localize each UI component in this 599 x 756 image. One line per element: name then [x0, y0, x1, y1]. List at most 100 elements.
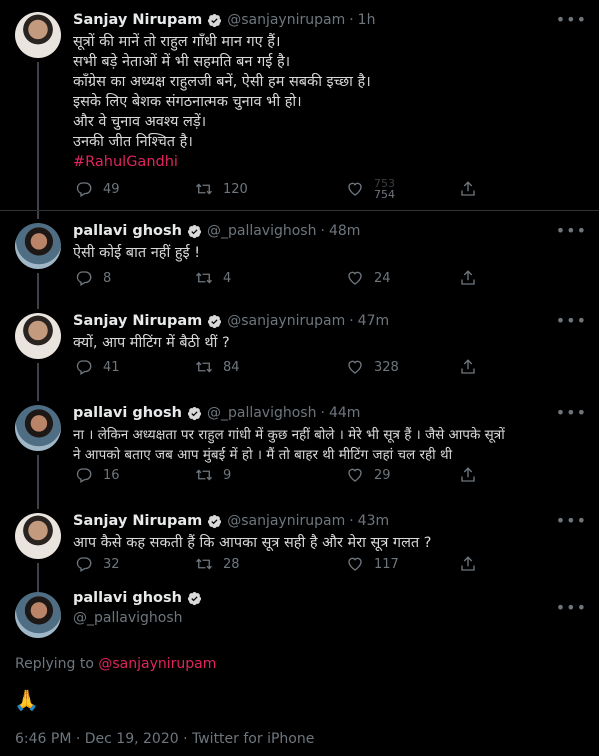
tweet-text: आप कैसे कह सकती हैं कि आपका सूत्र सही है…: [73, 533, 587, 553]
separator-dot: ·: [349, 313, 354, 329]
author-handle[interactable]: @_pallavighosh: [207, 223, 317, 239]
tweet-text: सूत्रों की मानें तो राहुल गाँधी मान गए ह…: [73, 32, 587, 172]
author-name[interactable]: Sanjay Nirupam: [73, 513, 202, 529]
timestamp[interactable]: 1h: [358, 12, 376, 28]
tweet-line: और वे चुनाव अवश्य लड़ें।: [73, 114, 207, 130]
author-name[interactable]: pallavi ghosh: [73, 590, 182, 606]
reply-button[interactable]: 49: [75, 180, 137, 198]
avatar[interactable]: [15, 513, 61, 559]
timestamp[interactable]: 43m: [358, 513, 389, 529]
like-button[interactable]: 753 754: [346, 178, 436, 200]
reply-button[interactable]: 41: [75, 358, 137, 376]
separator-dot: ·: [320, 223, 325, 239]
like-count: 753 754: [374, 178, 395, 200]
thread-line: [37, 501, 39, 509]
retweet-button[interactable]: 4: [195, 269, 315, 287]
reply-icon: [76, 182, 92, 197]
share-icon: [461, 181, 475, 196]
hashtag-link[interactable]: #RahulGandhi: [73, 152, 587, 172]
like-button[interactable]: 328: [346, 358, 436, 376]
replying-mention[interactable]: @sanjaynirupam: [98, 656, 216, 672]
more-icon[interactable]: •••: [556, 221, 587, 240]
timestamp[interactable]: 47m: [358, 313, 389, 329]
replying-prefix: Replying to: [15, 656, 94, 672]
share-button[interactable]: [459, 466, 487, 484]
timestamp[interactable]: 44m: [329, 405, 360, 421]
author-handle[interactable]: @sanjaynirupam: [227, 12, 345, 28]
share-button[interactable]: [459, 358, 487, 376]
share-icon: [461, 270, 475, 285]
tweet-line: सभी बड़े नेताओं में भी सहमति बन गई है।: [73, 54, 291, 70]
share-button[interactable]: [459, 555, 487, 573]
reply-count: 41: [103, 359, 120, 375]
verified-badge-icon: [208, 314, 222, 328]
more-icon[interactable]: •••: [556, 10, 587, 29]
author-name[interactable]: Sanjay Nirupam: [73, 313, 202, 329]
tweet-line: कॉंग्रेस का अध्यक्ष राहुलजी बनें, ऐसी हम…: [73, 74, 371, 90]
verified-badge-icon: [208, 13, 222, 27]
more-icon[interactable]: •••: [556, 511, 587, 530]
tweet-text: ना । लेकिन अध्यक्षता पर राहुल गांधी में …: [73, 425, 587, 465]
share-icon: [461, 359, 475, 374]
reply-count: 8: [103, 270, 112, 286]
avatar[interactable]: [15, 223, 61, 269]
reply-count: 16: [103, 467, 120, 483]
share-button[interactable]: [459, 269, 487, 287]
author-handle[interactable]: @sanjaynirupam: [227, 313, 345, 329]
more-icon[interactable]: •••: [556, 311, 587, 330]
tweet-line: ऐसी कोई बात नहीं हुई !: [73, 245, 201, 261]
author-handle[interactable]: @sanjaynirupam: [227, 513, 345, 529]
avatar[interactable]: [15, 313, 61, 359]
avatar[interactable]: [15, 405, 61, 451]
retweet-button[interactable]: 28: [195, 555, 315, 573]
heart-icon: [348, 557, 362, 571]
retweet-icon: [196, 361, 212, 373]
tweet-line: क्यों, आप मीटिंग में बैठी थीं ?: [73, 335, 230, 351]
tweet-5[interactable]: Sanjay Nirupam @sanjaynirupam · 43m ••• …: [0, 501, 599, 589]
avatar[interactable]: [15, 592, 61, 638]
author-name[interactable]: Sanjay Nirupam: [73, 12, 202, 28]
share-icon: [461, 467, 475, 482]
heart-icon: [348, 468, 362, 482]
author-handle[interactable]: @_pallavighosh: [207, 405, 317, 421]
retweet-button[interactable]: 120: [195, 180, 315, 198]
tweet-3[interactable]: Sanjay Nirupam @sanjaynirupam · 47m ••• …: [0, 301, 599, 393]
timestamp[interactable]: 48m: [329, 223, 360, 239]
like-button[interactable]: 29: [346, 466, 436, 484]
tweet-2[interactable]: pallavi ghosh @_pallavighosh · 48m ••• ऐ…: [0, 211, 599, 301]
tweet-text: क्यों, आप मीटिंग में बैठी थीं ?: [73, 333, 587, 353]
tweet-4[interactable]: pallavi ghosh @_pallavighosh · 44m ••• न…: [0, 393, 599, 501]
like-count: 117: [374, 556, 399, 572]
thread-line: [37, 563, 39, 589]
tweet-metadata[interactable]: 6:46 PM · Dec 19, 2020 · Twitter for iPh…: [15, 731, 314, 747]
author-name[interactable]: pallavi ghosh: [73, 405, 182, 421]
avatar[interactable]: [15, 12, 61, 58]
retweet-icon: [196, 469, 212, 481]
retweet-count: 28: [223, 556, 240, 572]
reply-icon: [76, 468, 92, 483]
retweet-icon: [196, 183, 212, 195]
thread-line: [37, 211, 39, 219]
separator-dot: ·: [320, 405, 325, 421]
author-handle[interactable]: @_pallavighosh: [73, 610, 183, 626]
author-name[interactable]: pallavi ghosh: [73, 223, 182, 239]
more-icon[interactable]: •••: [556, 598, 587, 617]
reply-button[interactable]: 8: [75, 269, 137, 287]
focused-tweet: pallavi ghosh @_pallavighosh ••• Replyin…: [0, 588, 599, 756]
tweet-line: आप कैसे कह सकती हैं कि आपका सूत्र सही है…: [73, 535, 432, 551]
retweet-button[interactable]: 9: [195, 466, 315, 484]
heart-icon: [348, 360, 362, 374]
more-icon[interactable]: •••: [556, 403, 587, 422]
like-button[interactable]: 24: [346, 269, 436, 287]
tweet-line: ना । लेकिन अध्यक्षता पर राहुल गांधी में …: [73, 427, 505, 443]
like-button[interactable]: 117: [346, 555, 436, 573]
reply-button[interactable]: 32: [75, 555, 137, 573]
reply-icon: [76, 271, 92, 286]
tweet-1[interactable]: Sanjay Nirupam @sanjaynirupam · 1h ••• स…: [0, 0, 599, 211]
reply-icon: [76, 360, 92, 375]
reply-button[interactable]: 16: [75, 466, 137, 484]
tweet-text: ऐसी कोई बात नहीं हुई !: [73, 243, 587, 263]
share-button[interactable]: [459, 180, 487, 198]
separator-dot: ·: [349, 513, 354, 529]
retweet-button[interactable]: 84: [195, 358, 315, 376]
